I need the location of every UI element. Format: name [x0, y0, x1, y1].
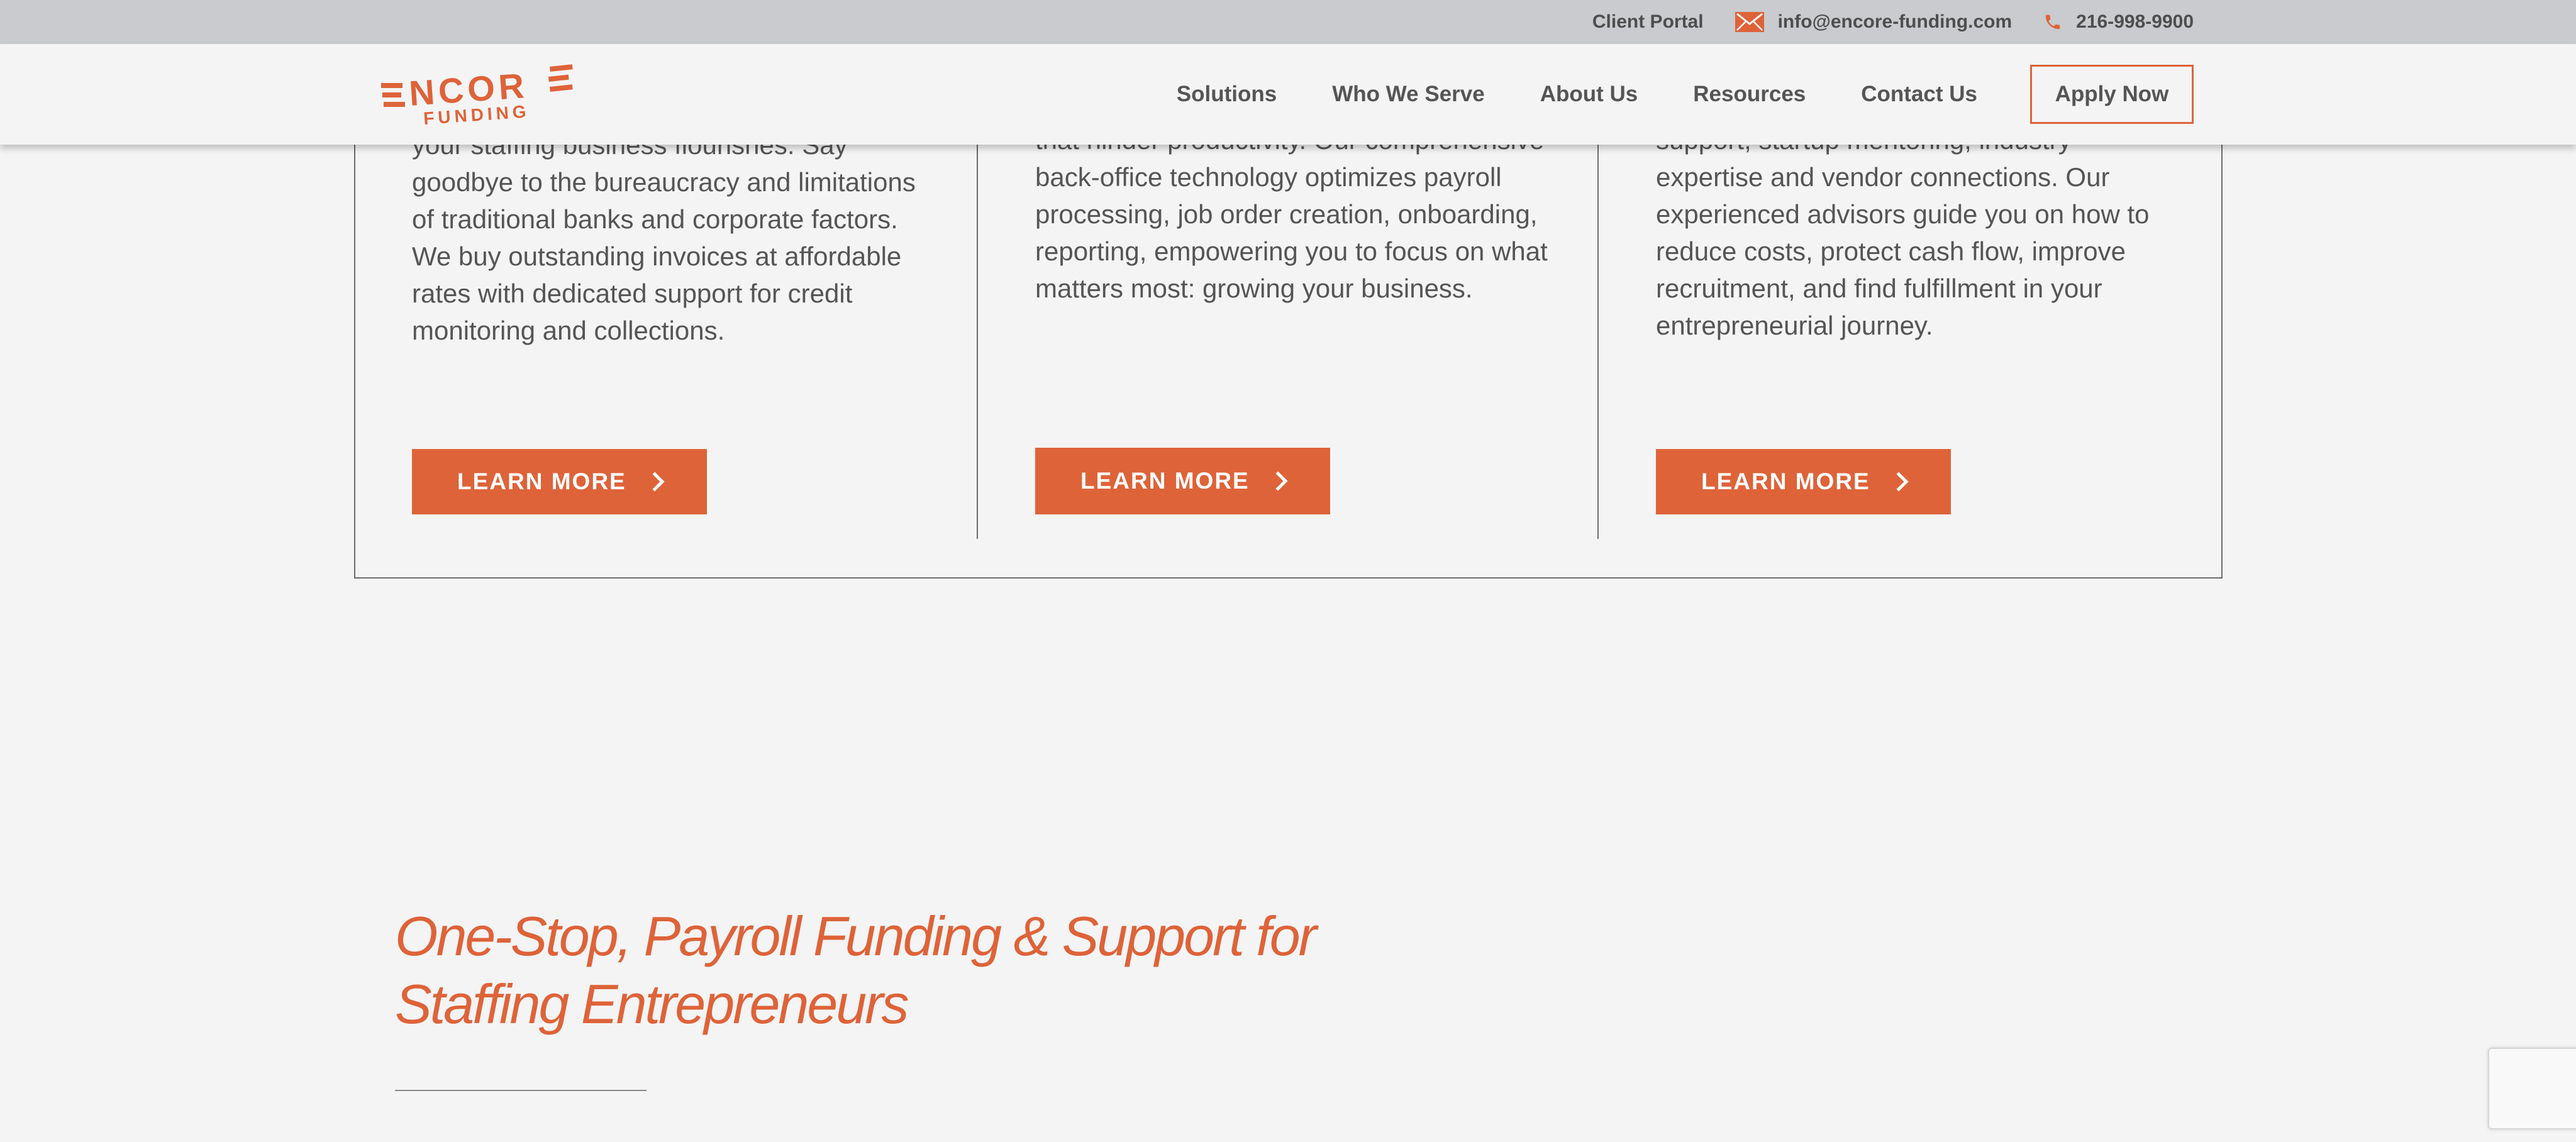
top-utility-links: Client Portal info@encore-funding.com 21…: [1592, 0, 2194, 44]
chevron-right-icon: [645, 472, 665, 492]
learn-more-label: LEARN MORE: [1701, 468, 1870, 494]
headline-divider: [395, 1090, 647, 1091]
column-divider: [1597, 126, 1599, 539]
learn-more-label: LEARN MORE: [1080, 468, 1250, 494]
nav-solutions[interactable]: Solutions: [1177, 82, 1277, 107]
top-utility-bar: Client Portal info@encore-funding.com 21…: [0, 0, 2576, 44]
section-headline: One-Stop, Payroll Funding & Support for …: [395, 905, 1317, 1035]
phone-number: 216-998-9900: [2076, 11, 2194, 32]
chevron-right-icon: [1268, 471, 1288, 491]
email-link[interactable]: info@encore-funding.com: [1735, 11, 2012, 33]
column-3-text: support, startup mentoring, industry exp…: [1656, 125, 2150, 340]
nav-about-us[interactable]: About Us: [1540, 82, 1638, 107]
nav-resources[interactable]: Resources: [1693, 82, 1806, 107]
column-2-text: that hinder productivity. Our comprehens…: [1035, 125, 1548, 303]
chevron-right-icon: [1889, 472, 1909, 492]
main-nav: Solutions Who We Serve About Us Resource…: [1177, 44, 2194, 145]
learn-more-button[interactable]: LEARN MORE: [1656, 449, 1951, 514]
learn-more-button[interactable]: LEARN MORE: [1035, 448, 1330, 514]
learn-more-label: LEARN MORE: [457, 468, 626, 494]
learn-more-button[interactable]: LEARN MORE: [412, 449, 707, 514]
column-divider: [977, 126, 978, 539]
phone-icon: [2045, 14, 2060, 30]
nav-who-we-serve[interactable]: Who We Serve: [1332, 82, 1484, 107]
column-1-text: your staffing business flourishes. Say g…: [412, 130, 916, 345]
apply-now-button[interactable]: Apply Now: [2030, 65, 2194, 124]
phone-link[interactable]: 216-998-9900: [2043, 11, 2194, 33]
client-portal-link[interactable]: Client Portal: [1592, 11, 1704, 33]
recaptcha-badge[interactable]: [2488, 1048, 2576, 1129]
envelope-icon: [1735, 12, 1764, 32]
nav-contact-us[interactable]: Contact Us: [1861, 82, 1977, 107]
email-address: info@encore-funding.com: [1777, 11, 2012, 32]
main-header: NCOR FUNDING Solutions Who We Serve Abou…: [0, 44, 2576, 145]
encore-funding-logo[interactable]: NCOR FUNDING: [380, 63, 575, 126]
